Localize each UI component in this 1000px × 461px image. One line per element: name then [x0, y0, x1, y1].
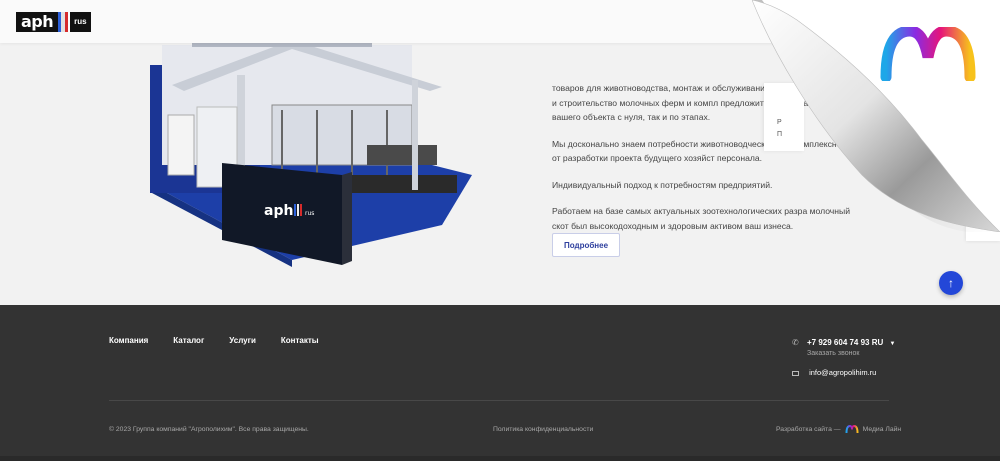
media-line-logo-icon [880, 27, 976, 81]
privacy-policy-link[interactable]: Политика конфиденциальности [493, 426, 593, 433]
logo-region: rus [70, 12, 91, 32]
developer-name: Медиа Лайн [862, 426, 902, 433]
site-logo[interactable]: aph rus [16, 12, 91, 32]
phone-icon: ✆ [792, 338, 799, 347]
chevron-down-icon[interactable]: ▼ [890, 341, 896, 347]
footer-nav-company[interactable]: Компания [109, 336, 148, 345]
copyright: © 2023 Группа компаний "Агрополихим". Вс… [109, 426, 309, 433]
envelope-icon [792, 370, 799, 376]
footer-email[interactable]: info@agropolihim.ru [792, 368, 876, 377]
exhibition-booth-image: aph rus [150, 43, 472, 267]
footer-nav: Компания Каталог Услуги Контакты [109, 336, 319, 345]
more-button[interactable]: Подробнее [552, 233, 620, 257]
phone-number[interactable]: +7 929 604 74 93 RU [807, 338, 883, 347]
svg-text:aph: aph [264, 203, 293, 219]
footer-phone[interactable]: ✆ +7 929 604 74 93 RU ▼ [792, 338, 895, 347]
arrow-up-icon: ↑ [948, 276, 954, 290]
footer-nav-catalog[interactable]: Каталог [173, 336, 204, 345]
svg-text:rus: rus [305, 210, 314, 217]
logo-flag-bars [58, 12, 69, 32]
footer-nav-contacts[interactable]: Контакты [281, 336, 319, 345]
footer-divider [109, 400, 889, 401]
bottom-strip [0, 456, 1000, 461]
scroll-up-button[interactable]: ↑ [939, 271, 963, 295]
email-address[interactable]: info@agropolihim.ru [809, 368, 876, 377]
callback-link[interactable]: Заказать звонок [807, 350, 859, 357]
site-footer: Компания Каталог Услуги Контакты ✆ +7 92… [0, 305, 1000, 461]
developer-credit[interactable]: Разработка сайта — Медиа Лайн [776, 425, 901, 434]
developer-prefix: Разработка сайта — [776, 426, 841, 433]
logo-text: aph [16, 12, 59, 32]
media-line-small-icon [845, 425, 859, 434]
footer-nav-services[interactable]: Услуги [229, 336, 256, 345]
